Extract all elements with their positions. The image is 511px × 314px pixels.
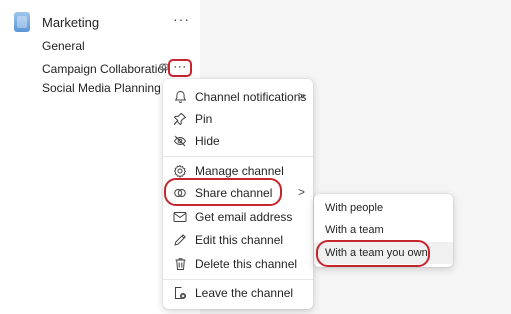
menu-item-label: Hide xyxy=(195,134,220,148)
menu-item-manage-channel[interactable]: Manage channel xyxy=(163,160,313,182)
menu-item-label: Delete this channel xyxy=(195,257,298,271)
eye-off-icon xyxy=(173,134,187,148)
chevron-right-icon: > xyxy=(297,89,305,103)
submenu-item-with-a-team[interactable]: With a team xyxy=(314,219,453,241)
bell-icon xyxy=(173,90,187,104)
gear-icon xyxy=(173,164,187,178)
chevron-right-icon: > xyxy=(297,185,305,199)
menu-item-delete-channel[interactable]: Delete this channel xyxy=(163,253,313,275)
channel-item-social-media-planning[interactable]: Social Media Planning xyxy=(42,81,161,95)
menu-item-label: Pin xyxy=(195,112,213,126)
submenu-item-with-a-team-you-own[interactable]: With a team you own xyxy=(314,242,453,264)
menu-item-get-email-address[interactable]: Get email address xyxy=(163,206,313,228)
menu-item-share-channel[interactable]: Share channel > xyxy=(163,182,313,204)
menu-item-label: Edit this channel xyxy=(195,233,284,247)
team-name: Marketing xyxy=(42,14,100,30)
menu-item-label: Leave the channel xyxy=(195,286,294,300)
pin-icon xyxy=(173,112,187,126)
menu-item-leave-channel[interactable]: Leave the channel xyxy=(163,282,313,304)
menu-item-label: Get email address xyxy=(195,210,293,224)
channel-context-menu: Channel notifications > Pin Hide Manage … xyxy=(163,79,313,309)
menu-item-label: Share channel xyxy=(195,186,273,200)
share-channel-submenu: With people With a team With a team you … xyxy=(314,194,453,267)
channel-item-campaign-collaboration[interactable]: Campaign Collaboration xyxy=(42,62,171,76)
menu-item-label: Channel notifications xyxy=(195,90,307,104)
team-avatar xyxy=(14,12,30,32)
menu-item-channel-notifications[interactable]: Channel notifications > xyxy=(163,86,313,108)
menu-item-edit-channel[interactable]: Edit this channel xyxy=(163,229,313,251)
share-channel-icon xyxy=(173,186,187,200)
menu-item-pin[interactable]: Pin xyxy=(163,108,313,130)
menu-divider xyxy=(163,156,313,157)
mail-icon xyxy=(173,210,187,224)
trash-icon xyxy=(173,257,187,271)
channel-more-options-button[interactable]: ··· xyxy=(168,59,192,77)
team-row-marketing[interactable]: Marketing ··· xyxy=(12,10,192,34)
team-more-options-button[interactable]: ··· xyxy=(173,11,190,27)
pencil-icon xyxy=(173,233,187,247)
submenu-item-with-people[interactable]: With people xyxy=(314,197,453,219)
menu-divider xyxy=(163,279,313,280)
menu-item-label: Manage channel xyxy=(195,164,284,178)
channel-item-general[interactable]: General xyxy=(42,39,85,53)
menu-item-hide[interactable]: Hide xyxy=(163,130,313,152)
leave-icon xyxy=(173,286,187,300)
